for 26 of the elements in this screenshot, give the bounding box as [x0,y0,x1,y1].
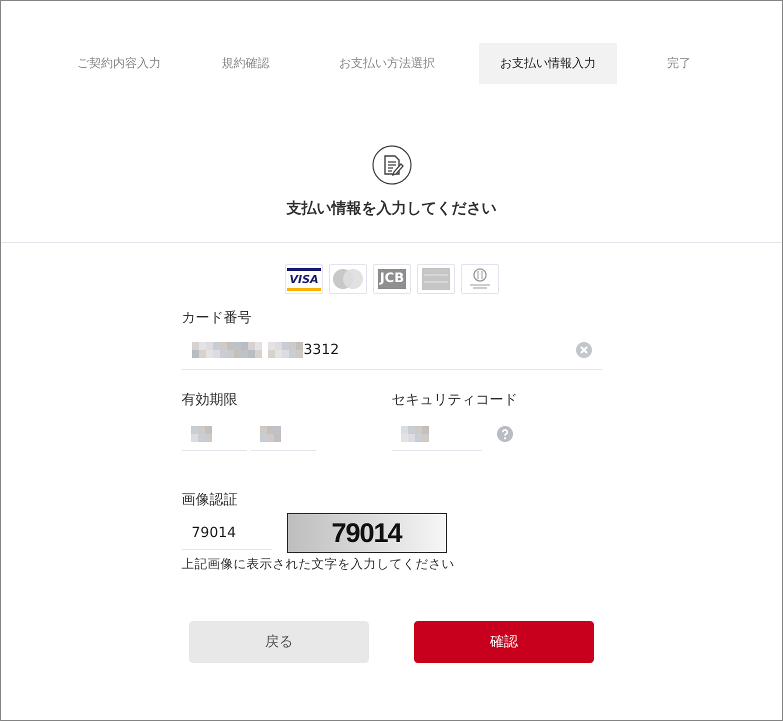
document-edit-icon [372,145,412,185]
field-label: 画像認証 [182,491,238,509]
visa-logo: VISA [285,264,323,294]
field-label: カード番号 [182,309,252,327]
blurred-digits-icon [260,426,280,442]
blurred-digits-icon [400,426,428,442]
captcha-field[interactable]: 79014 [182,516,272,550]
captcha-hint: 上記画像に表示された文字を入力してください [182,556,456,573]
step-tab[interactable]: 規約確認 [196,43,295,84]
clear-icon[interactable] [576,342,592,358]
page-heading: 支払い情報を入力してください [286,199,496,218]
back-button[interactable]: 戻る [189,621,369,663]
step-tab[interactable]: ご契約内容入力 [52,43,186,84]
step-tab[interactable]: 完了 [627,43,731,84]
step-tab[interactable]: お支払い方法選択 [315,43,459,84]
card-number-field[interactable]: 3312 [182,330,602,370]
blurred-digits-icon [190,426,212,442]
blurred-digits-icon [192,342,262,358]
confirm-button[interactable]: 確認 [414,621,594,663]
field-label: 有効期限 [182,391,238,409]
help-icon[interactable] [496,426,512,442]
captcha-image: 79014 [286,513,446,553]
field-label: セキュリティコード [392,391,518,409]
step-tab[interactable]: お支払い情報入力 [479,43,617,84]
jcb-logo: JCB [373,264,411,294]
blurred-digits-icon [268,342,302,358]
